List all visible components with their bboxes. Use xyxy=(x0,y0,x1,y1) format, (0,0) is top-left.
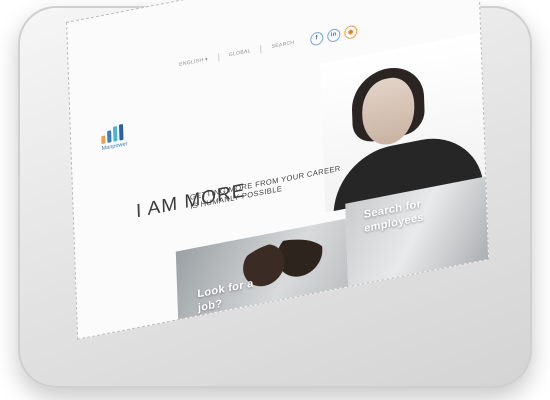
job-search-tile-title: Look for a job? xyxy=(197,277,254,315)
nav-divider xyxy=(217,53,219,62)
facebook-icon[interactable]: f xyxy=(310,30,324,46)
social-links: f in ◉ xyxy=(310,23,358,46)
website-screen: ENGLISH ▾ GLOBAL SEARCH f in ◉ Manpower xyxy=(66,0,490,340)
tablet-device: ENGLISH ▾ GLOBAL SEARCH f in ◉ Manpower xyxy=(18,0,532,388)
global-link[interactable]: GLOBAL xyxy=(229,48,251,58)
chevron-down-icon: ▾ xyxy=(204,56,208,63)
job-search-tile[interactable]: Look for a job? xyxy=(175,218,350,340)
manpower-logo[interactable]: Manpower xyxy=(101,118,154,158)
search-link[interactable]: SEARCH xyxy=(272,40,295,50)
rss-icon[interactable]: ◉ xyxy=(344,23,358,40)
nav-divider xyxy=(260,44,262,54)
language-selector[interactable]: ENGLISH ▾ xyxy=(179,56,208,68)
linkedin-icon[interactable]: in xyxy=(327,27,341,43)
